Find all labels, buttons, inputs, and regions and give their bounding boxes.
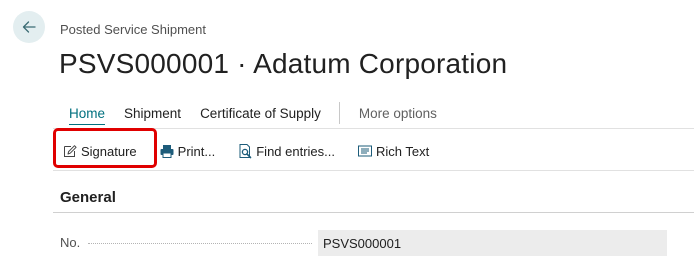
find-entries-icon [237, 143, 253, 159]
tab-more-options[interactable]: More options [359, 101, 437, 125]
rich-text-button[interactable]: Rich Text [357, 143, 429, 159]
rich-text-icon [357, 143, 373, 159]
tab-divider [338, 102, 340, 124]
print-label: Print... [177, 143, 216, 159]
action-tabs: Home Shipment Certificate of Supply More… [60, 100, 456, 126]
no-field-value[interactable]: PSVS000001 [318, 230, 667, 256]
tab-certificate-of-supply[interactable]: Certificate of Supply [200, 101, 321, 125]
rich-text-label: Rich Text [376, 143, 430, 159]
tab-shipment[interactable]: Shipment [124, 101, 181, 125]
tab-home[interactable]: Home [69, 101, 106, 125]
print-button[interactable]: Print... [159, 143, 216, 159]
general-section-title[interactable]: General [60, 189, 116, 206]
page-caption: Posted Service Shipment [60, 22, 206, 37]
arrow-left-icon [22, 21, 36, 33]
back-button[interactable] [13, 11, 45, 43]
section-divider [53, 212, 694, 213]
divider [53, 170, 694, 171]
field-leader-dots [88, 243, 312, 244]
find-entries-label: Find entries... [256, 143, 335, 159]
signature-highlight-box [53, 128, 157, 168]
printer-icon [159, 143, 175, 159]
posted-service-shipment-page: Posted Service Shipment PSVS000001 · Ada… [0, 0, 694, 260]
page-title: PSVS000001 · Adatum Corporation [59, 48, 508, 79]
find-entries-button[interactable]: Find entries... [237, 143, 335, 159]
no-field-label: No. [60, 235, 81, 250]
